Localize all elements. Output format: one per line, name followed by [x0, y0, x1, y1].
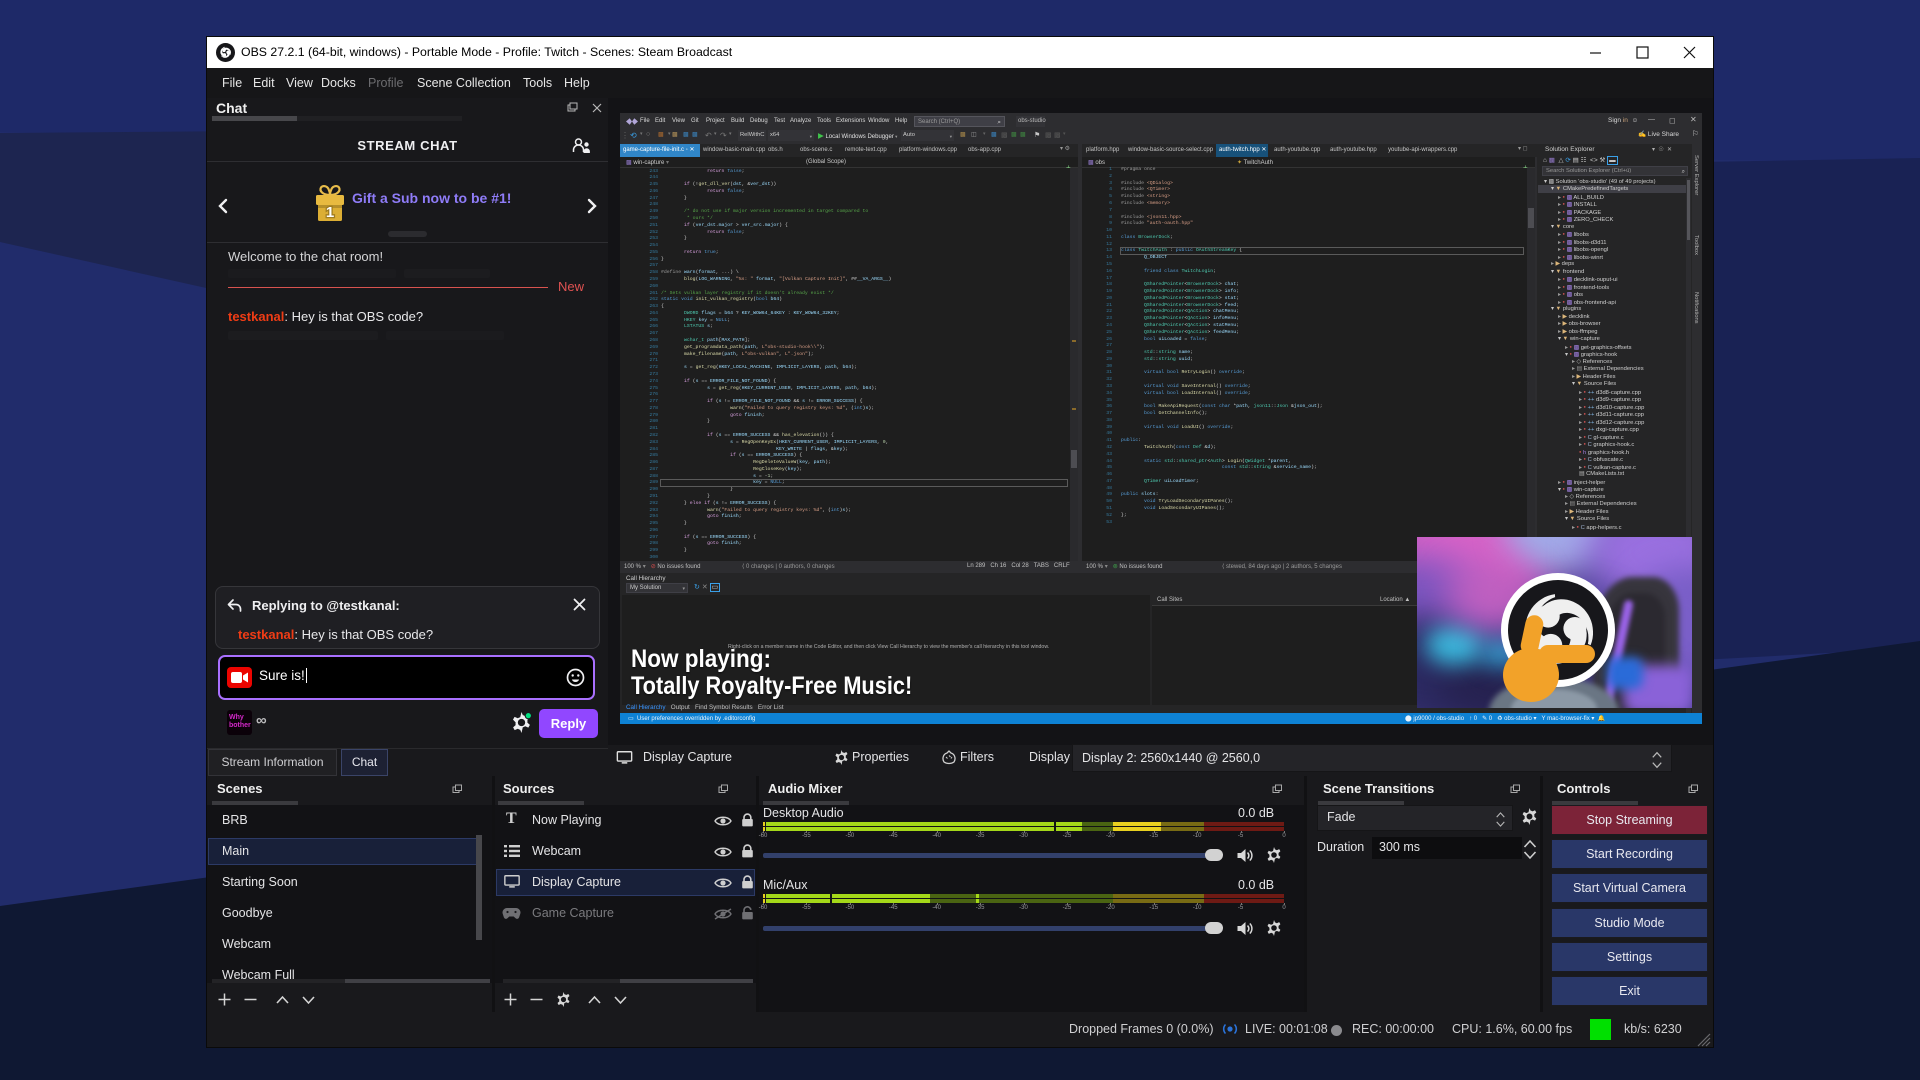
svg-text:1: 1 — [326, 204, 334, 221]
